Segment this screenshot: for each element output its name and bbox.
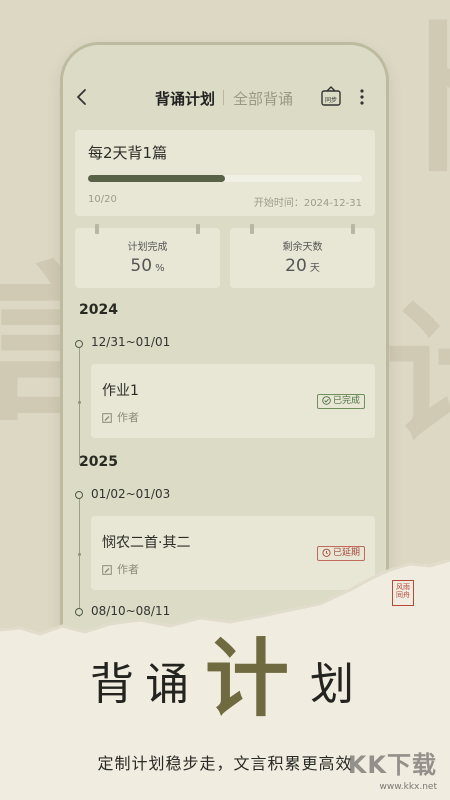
headline-char: 划: [310, 659, 354, 710]
promo-headline: 背 诵 计 划: [0, 629, 450, 738]
status-text: 已完成: [332, 396, 360, 406]
year-heading: 2025: [79, 454, 118, 470]
plan-title: 每2天背1篇: [88, 144, 168, 162]
timeline-dot: [75, 491, 83, 499]
headline-char: 背: [90, 659, 134, 710]
stat-number: 50: [130, 256, 153, 276]
stat-value: 20 天: [230, 256, 375, 276]
status-badge-done: 已完成: [316, 394, 365, 409]
progress-fill: [88, 175, 225, 182]
timeline-marker: [78, 401, 81, 404]
date-range: 01/02~01/03: [91, 487, 171, 501]
timeline-line: [79, 343, 80, 465]
site-watermark: KK下载 www.kkx.net: [335, 745, 445, 795]
card-pin: [196, 224, 200, 234]
headline-emphasis-char: 计: [205, 629, 290, 728]
watermark-text: KK下载: [347, 751, 437, 779]
stat-unit: 天: [309, 263, 320, 274]
stat-label: 剩余天数: [282, 242, 323, 253]
stat-card-completion: 计划完成 50%: [75, 224, 220, 288]
top-bar: 背诵计划 全部背诵 同步: [63, 80, 386, 116]
tab-divider: [223, 90, 224, 105]
red-seal-stamp: 风雨同舟: [392, 580, 414, 606]
card-pin: [250, 224, 254, 234]
sync-label: 同步: [325, 96, 337, 104]
clock-icon: [322, 548, 331, 557]
year-heading: 2024: [79, 302, 118, 318]
progress-bar: [88, 175, 362, 182]
start-date: 开始时间：2024-12-31: [253, 198, 362, 209]
status-text: 已延期: [332, 548, 360, 558]
status-badge-delayed: 已延期: [316, 546, 365, 561]
headline-char: 诵: [145, 659, 189, 710]
work-card[interactable]: 作业1 作者 已完成: [91, 364, 375, 438]
author-icon: [102, 413, 112, 423]
work-title: 作业1: [102, 383, 139, 399]
progress-count: 10/20: [88, 194, 117, 205]
back-icon[interactable]: [75, 87, 89, 107]
sync-icon[interactable]: 同步: [320, 86, 342, 108]
stat-number: 20: [285, 256, 307, 276]
timeline-dot: [75, 340, 83, 348]
author-name: 作者: [117, 411, 139, 424]
card-pin: [351, 224, 355, 234]
stat-value: 50%: [75, 256, 220, 276]
tab-all-recite[interactable]: 全部背诵: [233, 88, 293, 109]
stat-unit: %: [155, 263, 165, 274]
stat-card-remaining: 剩余天数 20 天: [230, 224, 375, 288]
check-circle-icon: [322, 396, 331, 405]
author-row: 作者: [102, 409, 139, 425]
date-range: 12/31~01/01: [91, 335, 171, 349]
watermark-url: www.kkx.net: [379, 782, 438, 792]
timeline-marker: [78, 553, 81, 556]
more-icon[interactable]: [359, 88, 365, 106]
plan-card[interactable]: 每2天背1篇 10/20 开始时间：2024-12-31: [75, 130, 375, 216]
stat-label: 计划完成: [127, 242, 168, 253]
card-pin: [95, 224, 99, 234]
tab-recite-plan[interactable]: 背诵计划: [155, 88, 215, 109]
background-calligraphy: 计: [385, 300, 450, 450]
work-title: 悯农二首·其二: [102, 535, 191, 551]
